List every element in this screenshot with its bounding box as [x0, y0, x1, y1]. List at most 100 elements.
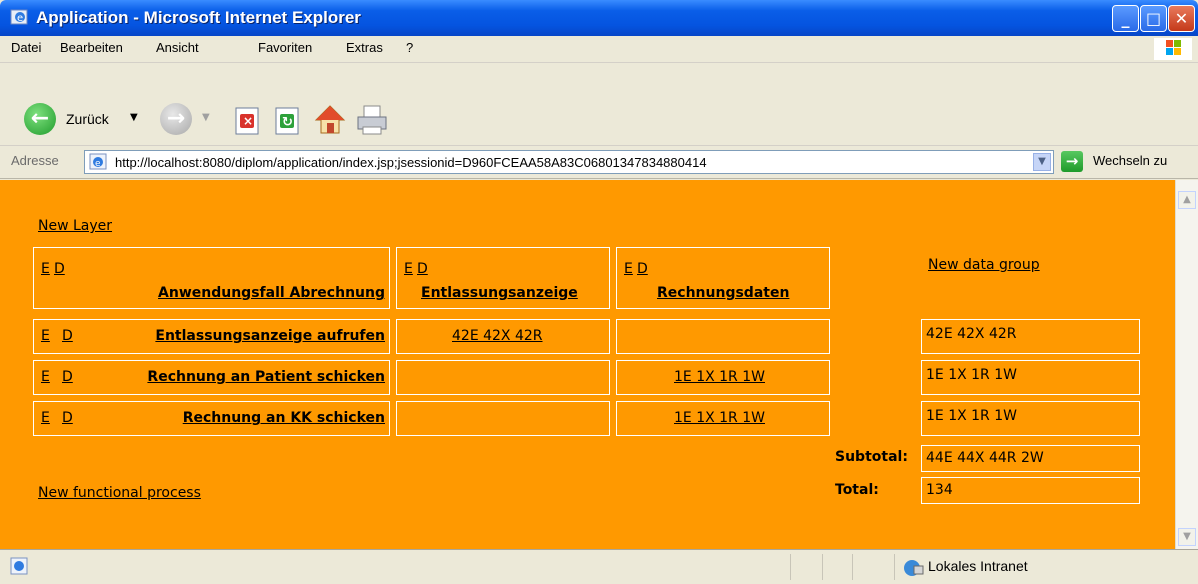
movement-cell: 1E 1X 1R 1W: [616, 360, 830, 395]
status-bar: Lokales Intranet: [0, 549, 1198, 584]
header-datagroup-cell: E D Rechnungsdaten: [616, 247, 830, 309]
subtotal-label: Subtotal:: [835, 449, 908, 465]
minimize-icon: _: [1121, 9, 1130, 28]
svg-text:↻: ↻: [282, 115, 293, 130]
delete-link[interactable]: D: [637, 261, 648, 277]
menu-help[interactable]: ?: [406, 40, 413, 55]
intranet-zone-icon: [904, 560, 924, 576]
address-url: http://localhost:8080/diplom/application…: [115, 155, 707, 170]
movement-cell: 1E 1X 1R 1W: [616, 401, 830, 436]
address-input[interactable]: e http://localhost:8080/diplom/applicati…: [84, 150, 1054, 174]
edit-link[interactable]: E: [404, 261, 413, 277]
datagroup-name-link[interactable]: Rechnungsdaten: [657, 285, 789, 301]
edit-link[interactable]: E: [624, 261, 633, 277]
process-name-cell: E D Entlassungsanzeige aufrufen: [33, 319, 390, 354]
maximize-button[interactable]: □: [1140, 5, 1167, 32]
title-bar: e Application - Microsoft Internet Explo…: [0, 0, 1198, 36]
menu-ansicht[interactable]: Ansicht: [156, 40, 199, 55]
svg-text:e: e: [95, 159, 101, 169]
new-layer-link[interactable]: New Layer: [38, 218, 112, 234]
address-dropdown-icon[interactable]: ▼: [1033, 153, 1051, 171]
process-name-link[interactable]: Rechnung an Patient schicken: [147, 369, 385, 385]
menu-datei[interactable]: Datei: [11, 40, 41, 55]
edit-link[interactable]: E: [41, 261, 50, 277]
process-name-link[interactable]: Entlassungsanzeige aufrufen: [155, 328, 385, 344]
ie-app-icon: e: [10, 9, 28, 25]
zone-label: Lokales Intranet: [928, 558, 1028, 574]
edit-link[interactable]: E: [41, 410, 50, 426]
maximize-icon: □: [1145, 9, 1162, 28]
movement-cell: [616, 319, 830, 354]
movement-cell: [396, 360, 610, 395]
toolbar: ← Zurück ▼ → ▼ × ↻: [0, 63, 1198, 146]
row-sum-value: 1E 1X 1R 1W: [926, 367, 1017, 383]
go-label: Wechseln zu: [1093, 153, 1168, 168]
row-sum-field: 1E 1X 1R 1W: [921, 360, 1140, 395]
movement-cell: [396, 401, 610, 436]
new-functional-process-link[interactable]: New functional process: [38, 485, 201, 501]
stop-icon[interactable]: ×: [233, 106, 263, 136]
row-sum-field: 1E 1X 1R 1W: [921, 401, 1140, 436]
menu-favoriten[interactable]: Favoriten: [258, 40, 312, 55]
close-icon: ✕: [1174, 9, 1189, 28]
back-button[interactable]: ← Zurück ▼: [24, 103, 159, 137]
minimize-button[interactable]: _: [1112, 5, 1139, 32]
header-datagroup-cell: E D Entlassungsanzeige: [396, 247, 610, 309]
delete-link[interactable]: D: [54, 261, 65, 277]
forward-arrow-icon: →: [160, 103, 192, 135]
edit-link[interactable]: E: [41, 369, 50, 385]
page-icon: e: [89, 153, 107, 170]
close-button[interactable]: ✕: [1168, 5, 1195, 32]
address-label: Adresse: [11, 153, 59, 168]
process-name-cell: E D Rechnung an Patient schicken: [33, 360, 390, 395]
print-icon[interactable]: [355, 103, 391, 137]
subtotal-field: 44E 44X 44R 2W: [921, 445, 1140, 472]
window-title: Application - Microsoft Internet Explore…: [36, 8, 361, 27]
delete-link[interactable]: D: [62, 369, 73, 385]
browser-window: e Application - Microsoft Internet Explo…: [0, 0, 1198, 584]
subtotal-value: 44E 44X 44R 2W: [926, 450, 1044, 466]
process-name-link[interactable]: Rechnung an KK schicken: [183, 410, 385, 426]
application-name-link[interactable]: Anwendungsfall Abrechnung: [158, 285, 385, 301]
go-arrow-icon: →: [1061, 151, 1083, 172]
delete-link[interactable]: D: [417, 261, 428, 277]
delete-link[interactable]: D: [62, 328, 73, 344]
address-bar: Adresse e http://localhost:8080/diplom/a…: [0, 146, 1198, 179]
forward-dropdown-icon[interactable]: ▼: [202, 112, 210, 123]
svg-text:×: ×: [243, 114, 253, 128]
row-sum-field: 42E 42X 42R: [921, 319, 1140, 354]
new-data-group-link[interactable]: New data group: [928, 257, 1040, 273]
scroll-down-icon[interactable]: ▼: [1178, 528, 1196, 546]
home-icon[interactable]: [313, 103, 347, 137]
vertical-scrollbar[interactable]: ▲ ▼ ▼: [1175, 180, 1198, 549]
total-value: 134: [926, 482, 953, 498]
movement-link[interactable]: 1E 1X 1R 1W: [674, 410, 765, 426]
back-arrow-icon: ←: [24, 103, 56, 135]
header-application-cell: E D Anwendungsfall Abrechnung: [33, 247, 390, 309]
status-separator: [822, 554, 823, 580]
page-status-icon: [10, 557, 28, 575]
back-dropdown-icon[interactable]: ▼: [130, 112, 138, 123]
back-label: Zurück: [66, 111, 109, 127]
total-label: Total:: [835, 482, 879, 498]
delete-link[interactable]: D: [62, 410, 73, 426]
movement-link[interactable]: 1E 1X 1R 1W: [674, 369, 765, 385]
movement-link[interactable]: 42E 42X 42R: [452, 328, 543, 344]
refresh-icon[interactable]: ↻: [273, 106, 303, 136]
menu-extras[interactable]: Extras: [346, 40, 383, 55]
row-sum-value: 1E 1X 1R 1W: [926, 408, 1017, 424]
scroll-up-icon[interactable]: ▲: [1178, 191, 1196, 209]
total-field: 134: [921, 477, 1140, 504]
movement-cell: 42E 42X 42R: [396, 319, 610, 354]
datagroup-name-link[interactable]: Entlassungsanzeige: [421, 285, 578, 301]
menu-bearbeiten[interactable]: Bearbeiten: [60, 40, 123, 55]
forward-button[interactable]: → ▼: [160, 103, 220, 137]
status-separator: [852, 554, 853, 580]
windows-logo-icon: [1154, 38, 1192, 60]
page-content: New Layer E D Anwendungsfall Abrechnung …: [0, 180, 1198, 549]
svg-text:e: e: [17, 13, 23, 24]
process-name-cell: E D Rechnung an KK schicken: [33, 401, 390, 436]
edit-link[interactable]: E: [41, 328, 50, 344]
status-separator: [894, 554, 895, 580]
menu-bar: Datei Bearbeiten Ansicht Favoriten Extra…: [0, 36, 1198, 63]
